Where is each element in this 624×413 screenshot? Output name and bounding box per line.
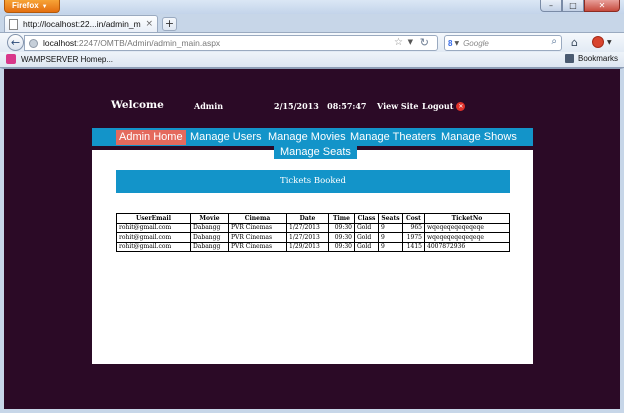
cell-date: 1/27/2013 (286, 232, 329, 243)
cell-cinema: PVR Cinemas (228, 222, 287, 233)
addon-icon[interactable] (592, 36, 604, 48)
logout-link[interactable]: Logout ✕ (422, 101, 466, 111)
nav-manage-seats[interactable]: Manage Seats (277, 146, 354, 159)
url-host: localhost (43, 38, 77, 48)
cell-useremail: rohit@gmail.com (116, 241, 191, 252)
cell-cinema: PVR Cinemas (228, 232, 287, 243)
close-window-icon[interactable]: ✕ (584, 0, 620, 12)
search-placeholder: Google (463, 38, 489, 48)
cell-seats: 9 (378, 222, 403, 233)
google-icon[interactable]: 8 (448, 39, 452, 48)
admin-nav-menu: Admin Home Manage Users Manage Movies Ma… (92, 128, 533, 159)
logout-label: Logout (422, 101, 454, 111)
cell-ticketno: 4007872936 (424, 241, 510, 252)
bookmark-label: WAMPSERVER Homep... (21, 54, 114, 64)
table-row: rohit@gmail.com Dabangg PVR Cinemas 1/27… (116, 222, 510, 233)
wampserver-icon (6, 54, 16, 64)
nav-manage-users[interactable]: Manage Users (187, 130, 265, 145)
cell-cost: 1975 (402, 232, 425, 243)
new-tab-button[interactable]: + (162, 17, 177, 31)
addon-chevron-icon[interactable]: ▼ (607, 39, 612, 46)
col-cinema: Cinema (228, 213, 287, 224)
site-identity-icon[interactable] (29, 38, 38, 48)
url-path: :2247/OMTB/Admin/admin_main.aspx (76, 38, 221, 48)
tickets-booked-banner: Tickets Booked (116, 170, 510, 193)
nav-manage-movies[interactable]: Manage Movies (265, 130, 349, 145)
cell-ticketno: wqeqeqeqeqeqeqe (424, 232, 510, 243)
nav-admin-home[interactable]: Admin Home (116, 130, 186, 145)
bookmark-wampserver[interactable]: WAMPSERVER Homep... (6, 54, 113, 64)
cell-movie: Dabangg (190, 232, 229, 243)
nav-manage-theaters[interactable]: Manage Theaters (347, 130, 439, 145)
cell-time: 09:30 (328, 232, 355, 243)
user-name: Admin (194, 101, 224, 111)
back-arrow-icon[interactable]: ← (7, 34, 24, 51)
cell-useremail: rohit@gmail.com (116, 222, 191, 233)
col-movie: Movie (190, 213, 229, 224)
window-controls: – □ ✕ (540, 0, 620, 12)
reload-icon[interactable]: ↻ (420, 36, 429, 49)
table-row: rohit@gmail.com Dabangg PVR Cinemas 1/29… (116, 241, 510, 252)
search-icon[interactable]: ⌕ (551, 36, 557, 47)
bookmarks-icon (564, 54, 574, 63)
chevron-down-icon: ▼ (41, 4, 48, 10)
nav-row: Admin Home Manage Users Manage Movies Ma… (92, 128, 533, 146)
cell-class: Gold (354, 241, 379, 252)
view-site-link[interactable]: View Site (377, 101, 418, 111)
col-seats: Seats (378, 213, 403, 224)
url-text[interactable]: localhost:2247/OMTB/Admin/admin_main.asp… (43, 38, 220, 48)
datetime: 2/15/2013 08:57:47 (274, 101, 367, 111)
col-date: Date (286, 213, 329, 224)
main-content: Tickets Booked UserEmail Movie Cinema Da… (92, 150, 533, 364)
col-class: Class (354, 213, 379, 224)
col-cost: Cost (402, 213, 425, 224)
page-icon (9, 18, 18, 30)
cell-class: Gold (354, 222, 379, 233)
firefox-menu-label: Firefox (12, 1, 39, 10)
history-dropdown-icon[interactable]: ▼ (408, 38, 413, 46)
cell-time: 09:30 (328, 241, 355, 252)
tickets-table: UserEmail Movie Cinema Date Time Class S… (116, 213, 510, 252)
tab-strip: http://localhost:22...in/admin_main.aspx… (0, 14, 624, 32)
navigation-toolbar: ← localhost:2247/OMTB/Admin/admin_main.a… (0, 32, 624, 52)
search-engine-chevron-icon[interactable]: ▼ (454, 40, 459, 47)
col-time: Time (328, 213, 355, 224)
cell-movie: Dabangg (190, 222, 229, 233)
cell-seats: 9 (378, 241, 403, 252)
cell-cinema: PVR Cinemas (228, 241, 287, 252)
cell-useremail: rohit@gmail.com (116, 232, 191, 243)
close-tab-icon[interactable]: × (145, 19, 153, 29)
cell-cost: 1415 (402, 241, 425, 252)
address-bar[interactable]: localhost:2247/OMTB/Admin/admin_main.asp… (24, 35, 438, 51)
bookmarks-toolbar: WAMPSERVER Homep... Bookmarks (0, 52, 624, 68)
search-input[interactable]: 8 ▼ Google ⌕ (444, 35, 562, 51)
home-icon[interactable]: ⌂ (571, 36, 578, 49)
welcome-text: Welcome (111, 99, 164, 111)
minimize-icon[interactable]: – (540, 0, 562, 12)
table-row: rohit@gmail.com Dabangg PVR Cinemas 1/27… (116, 232, 510, 243)
cell-cost: 965 (402, 222, 425, 233)
cell-movie: Dabangg (190, 241, 229, 252)
cell-time: 09:30 (328, 222, 355, 233)
firefox-menu-button[interactable]: Firefox ▼ (4, 0, 60, 13)
logout-icon[interactable]: ✕ (456, 101, 466, 111)
bookmark-star-icon[interactable]: ☆ (394, 37, 403, 48)
page-viewport: Welcome Admin 2/15/2013 08:57:47 View Si… (4, 69, 620, 409)
nav-manage-shows[interactable]: Manage Shows (438, 130, 520, 145)
nav-row-2: Manage Seats (274, 146, 357, 159)
cell-class: Gold (354, 232, 379, 243)
bookmarks-menu-button[interactable]: Bookmarks (564, 54, 618, 63)
cell-seats: 9 (378, 232, 403, 243)
maximize-icon[interactable]: □ (562, 0, 584, 12)
cell-date: 1/29/2013 (286, 241, 329, 252)
browser-tab[interactable]: http://localhost:22...in/admin_main.aspx… (4, 15, 158, 32)
cell-ticketno: wqeqeqeqeqeqeqe (424, 222, 510, 233)
window-titlebar: Firefox ▼ – □ ✕ (0, 0, 624, 14)
tab-title: http://localhost:22...in/admin_main.aspx (23, 19, 141, 29)
col-useremail: UserEmail (116, 213, 191, 224)
col-ticketno: TicketNo (424, 213, 510, 224)
table-header-row: UserEmail Movie Cinema Date Time Class S… (116, 213, 510, 224)
cell-date: 1/27/2013 (286, 222, 329, 233)
bookmarks-label: Bookmarks (577, 54, 618, 63)
